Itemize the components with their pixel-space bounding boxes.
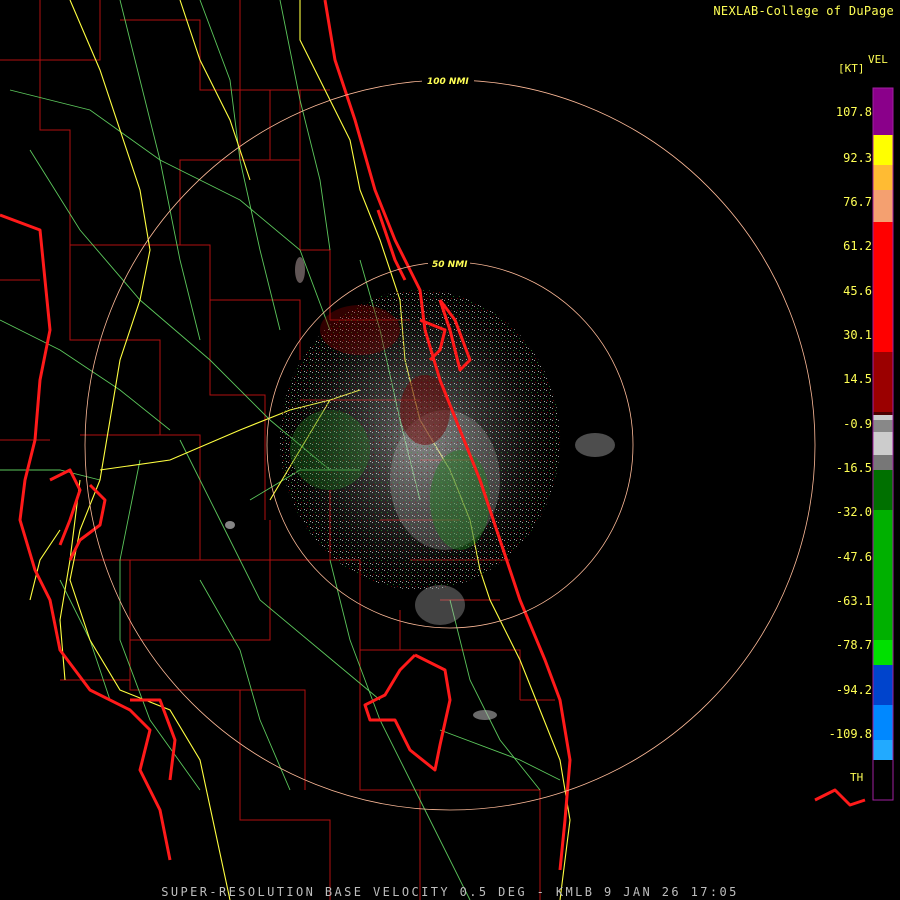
radar-map: 100 NMI 50 NMI	[0, 0, 894, 900]
legend-threshold-label: TH	[850, 771, 864, 784]
legend-tick: 61.2	[843, 239, 872, 253]
legend-tick: -47.6	[835, 550, 872, 564]
product-footer: SUPER-RESOLUTION BASE VELOCITY 0.5 DEG -…	[161, 885, 739, 899]
legend-tick: 76.7	[843, 195, 872, 209]
legend-tick: -16.5	[835, 461, 872, 475]
legend-tick: -109.8	[828, 727, 872, 741]
legend-product-label: VEL	[868, 53, 888, 66]
ring-100-label: 100 NMI	[427, 77, 469, 87]
legend-tick: -32.0	[835, 505, 872, 519]
credit-label: NEXLAB-College of DuPage	[713, 4, 894, 18]
legend-tick: -0.9	[843, 417, 872, 431]
legend-tick: 92.3	[843, 151, 872, 165]
legend-tick: -94.2	[835, 683, 872, 697]
legend-tick: 107.8	[835, 105, 872, 119]
radar-echoes	[225, 257, 615, 720]
ring-50-label: 50 NMI	[432, 260, 468, 270]
legend-tick: -78.7	[835, 638, 872, 652]
legend-tick: 30.1	[843, 328, 872, 342]
legend-unit-label: [KT]	[838, 62, 865, 75]
legend-tick: -63.1	[835, 594, 872, 608]
legend-tick: 45.6	[843, 284, 872, 298]
legend-tick: 14.5	[843, 372, 872, 386]
velocity-color-bar	[872, 87, 894, 801]
